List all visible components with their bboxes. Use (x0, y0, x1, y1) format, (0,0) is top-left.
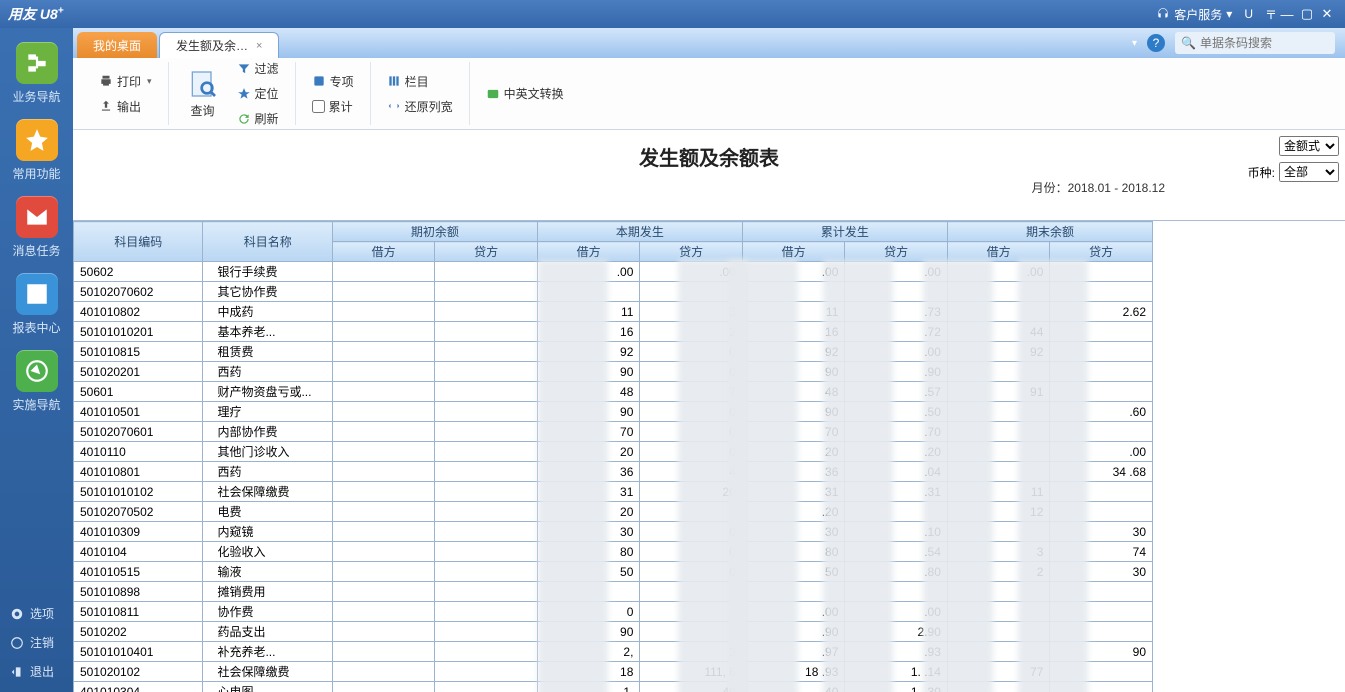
table-row[interactable]: 401010515输液50050.80230 (74, 562, 1153, 582)
table-row[interactable]: 501020102社会保障缴费18111, 618 .931. .1477 (74, 662, 1153, 682)
sidebar-item-biznav[interactable]: 业务导航 (0, 34, 73, 111)
sidebar-item-favorites[interactable]: 常用功能 (0, 111, 73, 188)
query-button[interactable]: 查询 (181, 66, 225, 121)
sum-checkbox[interactable] (312, 100, 325, 113)
tabstrip: 我的桌面 发生额及余…× ▾ ? 🔍 (73, 28, 1345, 58)
table-row[interactable]: 501010815租赁费92092.0092 (74, 342, 1153, 362)
sidebar-item-impl[interactable]: 实施导航 (0, 342, 73, 419)
table-row[interactable]: 50102070502电费20.2012 (74, 502, 1153, 522)
table-row[interactable]: 5010202药品支出90.902.90 (74, 622, 1153, 642)
amount-mode-select[interactable]: 金额式 (1279, 136, 1339, 156)
table-row[interactable]: 50602银行手续费.00.00.00.00.00 (74, 262, 1153, 282)
sidebar-exit[interactable]: 退出 (0, 657, 73, 686)
chart-icon (16, 273, 58, 315)
sidebar-item-messages[interactable]: 消息任务 (0, 188, 73, 265)
table-row[interactable]: 50101010102社会保障缴费312031.3111 (74, 482, 1153, 502)
table-row[interactable]: 501010898摊销费用 (74, 582, 1153, 602)
col-name[interactable]: 科目名称 (203, 222, 332, 262)
tab-desktop[interactable]: 我的桌面 (77, 32, 157, 58)
locate-button[interactable]: 定位 (233, 83, 283, 104)
special-button[interactable]: 专项 (308, 71, 358, 92)
refresh-button[interactable]: 刷新 (233, 108, 283, 129)
table-row[interactable]: 50102070602其它协作费 (74, 282, 1153, 302)
close-button[interactable]: ✕ (1317, 6, 1337, 22)
customer-service-link[interactable]: 客户服务 ▾ (1156, 6, 1232, 23)
col-opening[interactable]: 期初余额 (332, 222, 537, 242)
barcode-search[interactable]: 🔍 (1175, 32, 1335, 54)
reset-width-button[interactable]: 还原列宽 (383, 96, 457, 117)
table-row[interactable]: 50601财产物资盘亏或...48748.5791 (74, 382, 1153, 402)
sidebar: 业务导航 常用功能 消息任务 报表中心 实施导航 选项 注销 退出 (0, 28, 73, 692)
print-button[interactable]: 打印▾ (95, 71, 156, 92)
currency-select[interactable]: 全部 (1279, 162, 1339, 182)
search-icon: 🔍 (1181, 36, 1196, 50)
headset-icon (1156, 7, 1170, 21)
magnifier-doc-icon (187, 68, 219, 100)
col-accum[interactable]: 累计发生 (742, 222, 947, 242)
search-input[interactable] (1200, 36, 1345, 50)
table-row[interactable]: 501010811协作费0.00.00 (74, 602, 1153, 622)
table-row[interactable]: 4010110其他门诊收入20020.20.00 (74, 442, 1153, 462)
chevron-down-icon[interactable]: ▾ (1132, 38, 1137, 49)
sum-button[interactable]: 累计 (308, 96, 358, 117)
columns-button[interactable]: 栏目 (383, 71, 457, 92)
close-tab-icon[interactable]: × (256, 40, 262, 52)
u-badge[interactable]: U (1244, 7, 1253, 21)
lang-switch-button[interactable]: 中英文转换 (482, 83, 568, 104)
titlebar: 用友 U8+ 客户服务 ▾ U 〒 — ▢ ✕ (0, 0, 1345, 28)
compass-icon (16, 350, 58, 392)
sidebar-logout[interactable]: 注销 (0, 628, 73, 657)
table-row[interactable]: 50102070601内部协作费70070.70 (74, 422, 1153, 442)
maximize-button[interactable]: ▢ (1297, 6, 1317, 22)
filter-button[interactable]: 过滤 (233, 58, 283, 79)
tab-balance-report[interactable]: 发生额及余…× (159, 32, 279, 58)
table-row[interactable]: 4010104化验收入80080.54374 (74, 542, 1153, 562)
sidebar-item-reports[interactable]: 报表中心 (0, 265, 73, 342)
col-closing[interactable]: 期末余额 (947, 222, 1152, 242)
table-row[interactable]: 401010801西药36436.0434 .68 (74, 462, 1153, 482)
toolbar: 打印▾ 输出 查询 过滤 定位 刷新 专项 累计 (73, 58, 1345, 130)
table-row[interactable]: 401010304心电图1,40.401, .30 (74, 682, 1153, 692)
month-range: 月份：2018.01 - 2018.12 (1032, 179, 1165, 196)
table-row[interactable]: 401010309内窥镜30030.1030 (74, 522, 1153, 542)
table-row[interactable]: 50101010401补充养老...2,3.97.9390 (74, 642, 1153, 662)
sidebar-options[interactable]: 选项 (0, 599, 73, 628)
report-title: 发生额及余额表 (73, 130, 1345, 179)
help-button[interactable]: ? (1147, 34, 1165, 52)
pin-button[interactable]: 〒 (1265, 6, 1277, 23)
table-row[interactable]: 401010802中成药11311.732.62 (74, 302, 1153, 322)
table-row[interactable]: 401010501理疗90090.50.60 (74, 402, 1153, 422)
envelope-icon (16, 196, 58, 238)
app-logo: 用友 U8+ (8, 4, 64, 24)
col-code[interactable]: 科目编码 (74, 222, 203, 262)
star-icon (16, 119, 58, 161)
col-current[interactable]: 本期发生 (537, 222, 742, 242)
table-row[interactable]: 501020201西药90090.90 (74, 362, 1153, 382)
data-grid[interactable]: 科目编码 科目名称 期初余额 本期发生 累计发生 期末余额 借方贷方 借方贷方 … (73, 220, 1345, 692)
export-button[interactable]: 输出 (95, 96, 156, 117)
table-row[interactable]: 50101010201基本养老...16216.7244 (74, 322, 1153, 342)
minimize-button[interactable]: — (1277, 7, 1297, 22)
currency-label: 币种: (1248, 164, 1275, 181)
report-content: 金额式 币种:全部 发生额及余额表 月份：2018.01 - 2018.12 (73, 130, 1345, 692)
sitemap-icon (16, 42, 58, 84)
